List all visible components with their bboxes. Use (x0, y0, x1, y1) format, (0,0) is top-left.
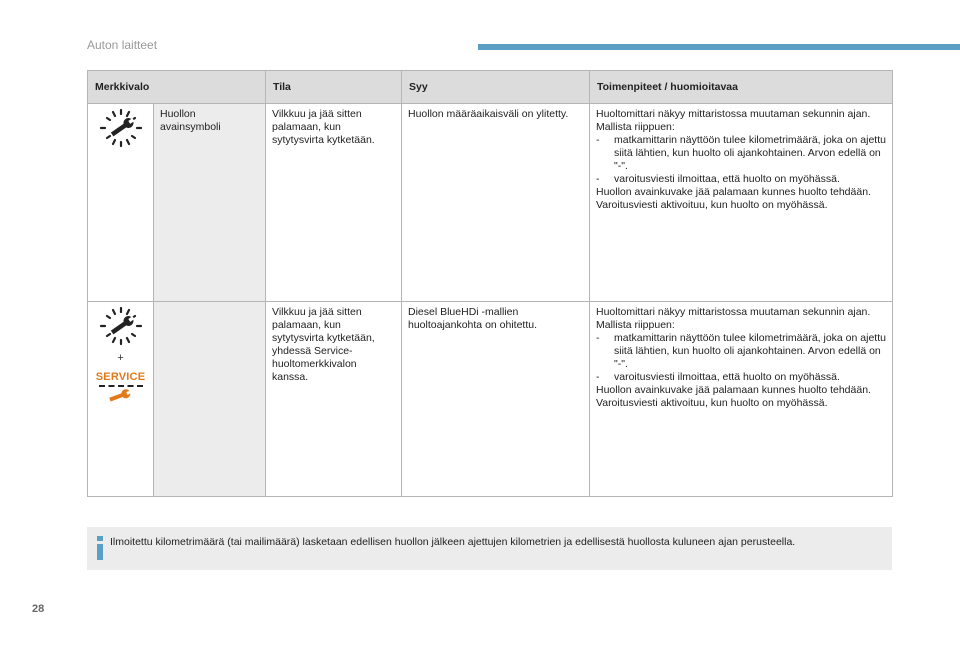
actions-line: Huollon avainkuvake jää palamaan kunnes … (596, 186, 871, 198)
header-accent-bar (478, 44, 960, 50)
actions-intro: Huoltomittari näkyy mittaristossa muutam… (596, 108, 871, 133)
info-note: Ilmoitettu kilometrimäärä (tai mailimäär… (87, 527, 892, 570)
plus-sign: + (117, 352, 124, 364)
table-row: + SERVICE Vilkkuu ja jää sitten palamaan… (87, 301, 893, 497)
actions-intro: Huoltomittari näkyy mittaristossa muutam… (596, 306, 871, 331)
indicator-name (153, 301, 266, 497)
section-title: Auton laitteet (87, 38, 158, 52)
icon-cell (87, 103, 154, 302)
header-tila: Tila (265, 70, 402, 104)
wrench-flash-icon (99, 306, 143, 349)
info-icon (97, 536, 103, 560)
service-label: SERVICE (95, 371, 146, 383)
actions-line: Varoitusviesti aktivoituu, kun huolto on… (596, 397, 828, 409)
header-syy: Syy (401, 70, 590, 104)
warning-lights-table: Merkkivalo Tila Syy Toimenpiteet / huomi… (87, 70, 893, 497)
header-toimenpiteet: Toimenpiteet / huomioitavaa (589, 70, 893, 104)
actions-bullet: - varoitusviesti ilmoittaa, että huolto o… (596, 173, 840, 185)
indicator-cause: Huollon määräaikaisväli on ylitetty. (401, 103, 590, 302)
info-text: Ilmoitettu kilometrimäärä (tai mailimäär… (110, 536, 796, 548)
indicator-cause: Diesel BlueHDi -mallien huoltoajankohta … (401, 301, 590, 497)
indicator-name: Huollon avainsymboli (153, 103, 266, 302)
indicator-actions: Huoltomittari näkyy mittaristossa muutam… (589, 301, 893, 497)
icon-cell: + SERVICE (87, 301, 154, 497)
actions-bullet: - matkamittarin näyttöön tulee kilometrim… (596, 332, 886, 370)
indicator-actions: Huoltomittari näkyy mittaristossa muutam… (589, 103, 893, 302)
table-row: Huollon avainsymboli Vilkkuu ja jää sitt… (87, 103, 893, 302)
indicator-state: Vilkkuu ja jää sitten palamaan, kun syty… (265, 301, 402, 497)
actions-line: Varoitusviesti aktivoituu, kun huolto on… (596, 199, 828, 211)
header-merkkivalo: Merkkivalo (87, 70, 266, 104)
indicator-state: Vilkkuu ja jää sitten palamaan, kun syty… (265, 103, 402, 302)
actions-bullet: - matkamittarin näyttöön tulee kilometrim… (596, 134, 886, 172)
service-wrench-icon (106, 389, 136, 406)
actions-bullet: - varoitusviesti ilmoittaa, että huolto o… (596, 371, 840, 383)
page-number: 28 (32, 603, 45, 615)
wrench-flash-icon (99, 108, 143, 151)
table-header-row: Merkkivalo Tila Syy Toimenpiteet / huomi… (87, 70, 893, 104)
actions-line: Huollon avainkuvake jää palamaan kunnes … (596, 384, 871, 396)
